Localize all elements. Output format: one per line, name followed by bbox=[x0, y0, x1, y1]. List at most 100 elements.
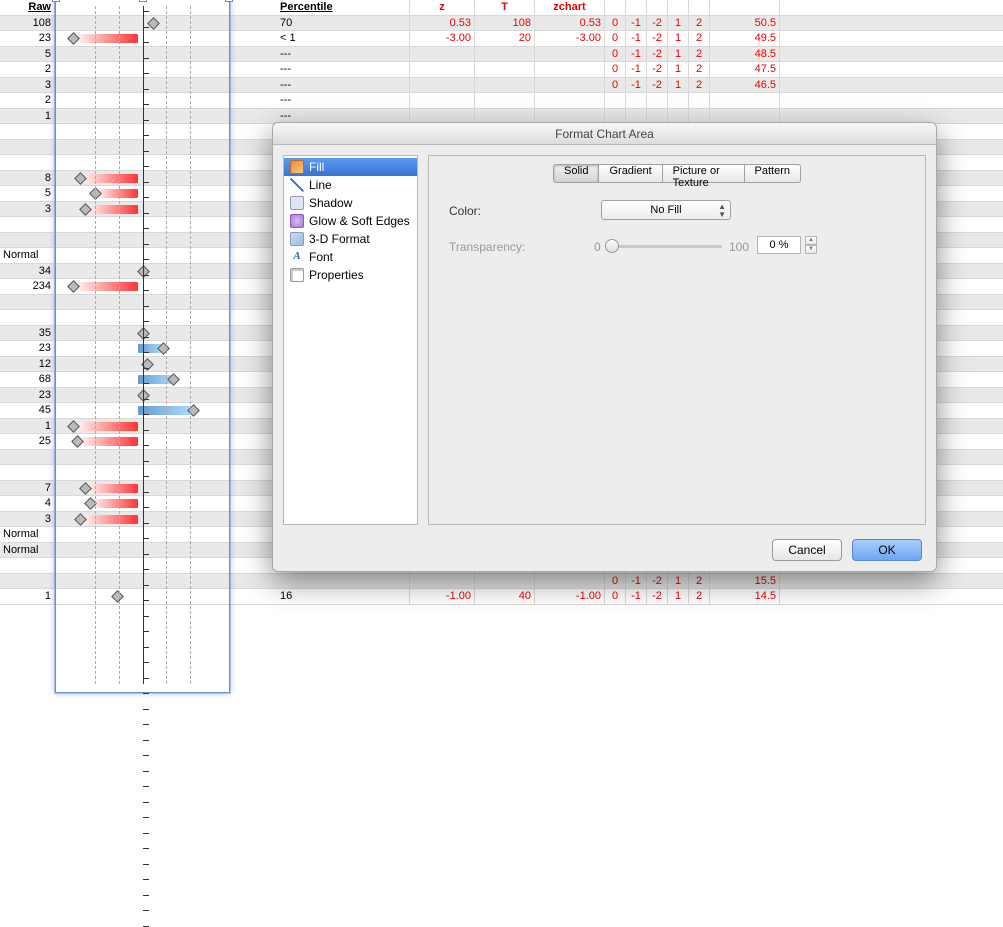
cell[interactable]: 40 bbox=[475, 589, 535, 605]
cell[interactable]: 0 bbox=[605, 47, 626, 63]
cell[interactable]: --- bbox=[230, 47, 410, 63]
cell[interactable]: -2 bbox=[647, 589, 668, 605]
cell[interactable]: 23 bbox=[0, 341, 55, 357]
cell[interactable]: 68 bbox=[0, 372, 55, 388]
cell[interactable]: 108 bbox=[0, 16, 55, 32]
cell[interactable]: 2 bbox=[689, 16, 710, 32]
cell[interactable]: 25 bbox=[0, 434, 55, 450]
cell[interactable] bbox=[710, 93, 780, 109]
cell[interactable]: 0 bbox=[605, 589, 626, 605]
cell[interactable] bbox=[55, 481, 230, 497]
cell[interactable] bbox=[55, 543, 230, 559]
cell[interactable]: 8 bbox=[0, 171, 55, 187]
cell[interactable] bbox=[55, 357, 230, 373]
ok-button[interactable]: OK bbox=[852, 539, 922, 561]
cell[interactable]: 1 bbox=[668, 47, 689, 63]
cell[interactable]: Raw bbox=[0, 0, 55, 16]
cell[interactable] bbox=[230, 574, 410, 590]
cell[interactable] bbox=[0, 310, 55, 326]
cell[interactable] bbox=[55, 62, 230, 78]
cell[interactable] bbox=[410, 47, 475, 63]
cell[interactable] bbox=[535, 47, 605, 63]
cell[interactable] bbox=[410, 574, 475, 590]
cell[interactable]: 3 bbox=[0, 78, 55, 94]
cell[interactable]: 34 bbox=[0, 264, 55, 280]
cell[interactable] bbox=[55, 47, 230, 63]
cell[interactable]: 15.5 bbox=[710, 574, 780, 590]
category-glow[interactable]: Glow & Soft Edges bbox=[284, 212, 417, 230]
cell[interactable] bbox=[55, 16, 230, 32]
cell[interactable]: 35 bbox=[0, 326, 55, 342]
cell[interactable] bbox=[535, 93, 605, 109]
cell[interactable]: -1.00 bbox=[535, 589, 605, 605]
cell[interactable] bbox=[0, 465, 55, 481]
cell[interactable]: 12 bbox=[0, 357, 55, 373]
cell[interactable] bbox=[0, 124, 55, 140]
cell[interactable]: 3 bbox=[0, 202, 55, 218]
cell[interactable]: 2 bbox=[689, 574, 710, 590]
cell[interactable]: 23 bbox=[0, 31, 55, 47]
cell[interactable] bbox=[475, 62, 535, 78]
cell[interactable] bbox=[535, 78, 605, 94]
cell[interactable]: 50.5 bbox=[710, 16, 780, 32]
cell[interactable] bbox=[605, 0, 626, 16]
cell[interactable] bbox=[410, 93, 475, 109]
tab-picture[interactable]: Picture or Texture bbox=[663, 164, 745, 183]
cell[interactable] bbox=[0, 233, 55, 249]
cell[interactable]: T bbox=[475, 0, 535, 16]
cell[interactable]: 1 bbox=[0, 419, 55, 435]
cell[interactable] bbox=[605, 93, 626, 109]
cell[interactable] bbox=[0, 558, 55, 574]
cell[interactable]: 2 bbox=[689, 62, 710, 78]
cell[interactable]: 45 bbox=[0, 403, 55, 419]
cell[interactable]: 1 bbox=[668, 31, 689, 47]
cell[interactable] bbox=[0, 295, 55, 311]
cell[interactable] bbox=[475, 93, 535, 109]
cell[interactable]: Percentile bbox=[230, 0, 410, 16]
cell[interactable] bbox=[55, 295, 230, 311]
cell[interactable] bbox=[55, 248, 230, 264]
cell[interactable] bbox=[55, 589, 230, 605]
cell[interactable]: -1 bbox=[626, 31, 647, 47]
cell[interactable]: --- bbox=[230, 62, 410, 78]
cell[interactable]: 2 bbox=[689, 47, 710, 63]
cell[interactable]: -2 bbox=[647, 62, 668, 78]
cell[interactable]: zchart bbox=[535, 0, 605, 16]
cell[interactable]: 2 bbox=[689, 31, 710, 47]
cell[interactable]: -2 bbox=[647, 31, 668, 47]
cell[interactable] bbox=[55, 233, 230, 249]
cell[interactable]: 0 bbox=[605, 31, 626, 47]
cell[interactable] bbox=[0, 217, 55, 233]
cell[interactable]: 1 bbox=[668, 78, 689, 94]
cell[interactable] bbox=[410, 78, 475, 94]
cell[interactable] bbox=[55, 217, 230, 233]
cell[interactable]: 0 bbox=[605, 78, 626, 94]
cell[interactable]: -1 bbox=[626, 16, 647, 32]
category-properties[interactable]: Properties bbox=[284, 266, 417, 284]
tab-solid[interactable]: Solid bbox=[553, 164, 599, 183]
transparency-slider[interactable] bbox=[607, 238, 722, 254]
cell[interactable]: -2 bbox=[647, 574, 668, 590]
cell[interactable]: --- bbox=[230, 78, 410, 94]
cell[interactable]: 16 bbox=[230, 589, 410, 605]
cell[interactable]: < 1 bbox=[230, 31, 410, 47]
cell[interactable]: 2 bbox=[0, 93, 55, 109]
cell[interactable] bbox=[668, 93, 689, 109]
tab-gradient[interactable]: Gradient bbox=[599, 164, 662, 183]
cell[interactable] bbox=[55, 434, 230, 450]
cell[interactable] bbox=[55, 78, 230, 94]
cell[interactable]: 70 bbox=[230, 16, 410, 32]
cancel-button[interactable]: Cancel bbox=[772, 539, 842, 561]
category-3d[interactable]: 3-D Format bbox=[284, 230, 417, 248]
cell[interactable]: 5 bbox=[0, 186, 55, 202]
cell[interactable]: 108 bbox=[475, 16, 535, 32]
cell[interactable]: 0.53 bbox=[410, 16, 475, 32]
cell[interactable]: 0 bbox=[605, 62, 626, 78]
cell[interactable] bbox=[55, 341, 230, 357]
cell[interactable]: 1 bbox=[668, 16, 689, 32]
cell[interactable]: 2 bbox=[0, 62, 55, 78]
cell[interactable]: 14.5 bbox=[710, 589, 780, 605]
cell[interactable] bbox=[55, 496, 230, 512]
cell[interactable] bbox=[55, 202, 230, 218]
cell[interactable] bbox=[55, 109, 230, 125]
